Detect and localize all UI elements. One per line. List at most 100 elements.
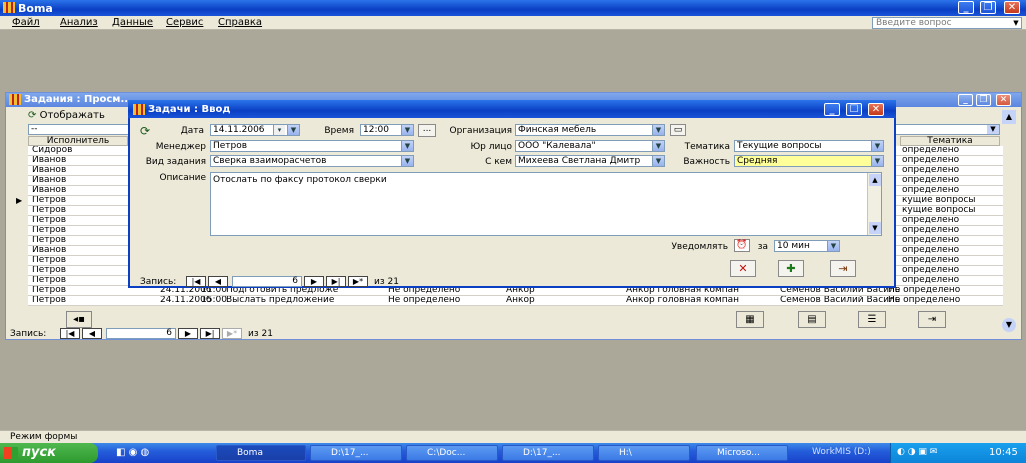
cell-executor: Иванов (32, 176, 67, 185)
chevron-down-icon[interactable]: ▼ (401, 156, 413, 166)
first-record-icon[interactable]: |◀ (60, 328, 80, 339)
status-text: Режим формы (10, 432, 78, 442)
refresh-icon[interactable]: ⟳ (140, 124, 150, 138)
bg-record-count: из 21 (248, 329, 273, 339)
menu-service[interactable]: Сервис (166, 17, 203, 28)
dialog-record-number[interactable]: 6 (232, 276, 302, 287)
task-type-field[interactable]: Сверка взаиморасчетов ▼ (210, 155, 414, 167)
chevron-down-icon[interactable]: ▼ (827, 241, 839, 251)
scroll-up-icon[interactable]: ▲ (1002, 110, 1016, 124)
column-header-topic[interactable]: Тематика (900, 136, 1000, 146)
cell-executor: Иванов (32, 166, 67, 175)
close-icon[interactable]: ✕ (868, 103, 884, 116)
show-button[interactable]: ⟳ Отображать (28, 110, 133, 123)
restore-icon[interactable]: ❐ (976, 94, 991, 106)
chevron-down-icon[interactable]: ▼ (871, 141, 883, 151)
time-picker-button[interactable]: ... (418, 124, 436, 137)
description-scrollbar[interactable]: ▲ ▼ (867, 173, 881, 235)
column-header-executor[interactable]: Исполнитель (28, 136, 128, 146)
next-record-icon[interactable]: ▶ (178, 328, 198, 339)
exit-icon[interactable]: ⇥ (918, 311, 946, 328)
prev-record-icon[interactable]: ◀ (82, 328, 102, 339)
last-record-icon[interactable]: ▶| (200, 328, 220, 339)
minimize-icon[interactable]: _ (958, 1, 974, 14)
maximize-icon[interactable]: ☐ (846, 103, 862, 116)
scroll-down-icon[interactable]: ▼ (1002, 318, 1016, 332)
cell-executor: Петров (32, 286, 67, 295)
ask-question-input[interactable]: Введите вопрос ▼ (872, 17, 1022, 29)
task-entry-title-bar[interactable]: Задачи : Ввод _ ☐ ✕ (128, 100, 896, 118)
minimize-icon[interactable]: _ (958, 94, 973, 106)
organization-value: Финская мебель (518, 125, 597, 135)
prev-record-icon[interactable]: ◀ (208, 276, 228, 287)
cell-legal: Анкор головная компан (626, 296, 740, 305)
form-nav-icon[interactable]: ◂▪ (66, 311, 92, 328)
chevron-down-icon[interactable]: ▼ (652, 141, 664, 151)
date-field[interactable]: 14.11.2006 ▾ ▼ (210, 124, 300, 136)
legal-entity-field[interactable]: ООО "Калевала" ▼ (515, 140, 665, 152)
menu-file[interactable]: Файл (12, 17, 40, 28)
chevron-down-icon[interactable]: ▼ (652, 125, 664, 135)
calendar-icon[interactable]: ▤ (798, 311, 826, 328)
chevron-down-icon[interactable]: ▼ (1011, 18, 1021, 28)
menu-data[interactable]: Данные (112, 17, 153, 28)
menu-analysis[interactable]: Анализ (60, 17, 98, 28)
cell-executor: Сидоров (32, 146, 73, 155)
exit-icon[interactable]: ⇥ (830, 260, 856, 277)
delete-icon[interactable]: ✕ (730, 260, 756, 277)
time-label: Время (324, 126, 354, 136)
spin-icon[interactable]: ▾ (273, 125, 285, 135)
scroll-up-icon[interactable]: ▲ (869, 174, 881, 186)
task-boma[interactable]: Boma (216, 445, 306, 461)
chevron-down-icon[interactable]: ▼ (652, 156, 664, 166)
task-docs[interactable]: C:\Doc... (406, 445, 498, 461)
importance-field[interactable]: Средняя ▼ (734, 155, 884, 167)
filter-value: -- (31, 124, 38, 134)
close-icon[interactable]: ✕ (996, 94, 1011, 106)
alarm-clock-icon[interactable]: ⏰ (734, 239, 750, 252)
cell-topic: определено (902, 246, 960, 255)
description-textarea[interactable]: Отослать по факсу протокол сверки ▲ ▼ (210, 172, 882, 236)
task-folder-1[interactable]: D:\17_... (310, 445, 402, 461)
topic-field[interactable]: Текущие вопросы ▼ (734, 140, 884, 152)
app-title-bar[interactable]: Boma _ ❐ ✕ (0, 0, 1026, 16)
manager-field[interactable]: Петров ▼ (210, 140, 414, 152)
task-entry-title: Задачи : Ввод (148, 104, 231, 115)
start-button[interactable]: пуск (0, 443, 98, 463)
chevron-down-icon[interactable]: ▼ (401, 125, 413, 135)
restore-icon[interactable]: ❐ (980, 1, 996, 14)
bg-record-label: Запись: (10, 329, 47, 339)
organization-field[interactable]: Финская мебель ▼ (515, 124, 665, 136)
save-icon[interactable]: ✚ (778, 260, 804, 277)
form-icon (9, 94, 21, 105)
organization-card-icon[interactable]: ▭ (670, 124, 686, 136)
task-workmis[interactable]: WorkMIS (D:) (792, 445, 886, 461)
tray-icons[interactable]: ◐ ◑ ▣ ✉ (897, 447, 937, 457)
with-whom-value: Михеева Светлана Дмитр (518, 156, 641, 166)
task-microsoft[interactable]: Microso... (696, 445, 788, 461)
task-folder-2[interactable]: D:\17_... (502, 445, 594, 461)
first-record-icon[interactable]: |◀ (186, 276, 206, 287)
new-record-icon[interactable]: ▶* (348, 276, 368, 287)
quick-launch-icon[interactable]: ◧ ◉ ◍ (116, 447, 149, 458)
chevron-down-icon[interactable]: ▼ (871, 156, 883, 166)
chevron-down-icon[interactable]: ▼ (401, 141, 413, 151)
chevron-down-icon[interactable]: ▼ (987, 125, 999, 134)
task-drive-h[interactable]: H:\ (598, 445, 690, 461)
close-icon[interactable]: ✕ (1004, 1, 1020, 14)
minimize-icon[interactable]: _ (824, 103, 840, 116)
chevron-down-icon[interactable]: ▼ (287, 125, 299, 135)
with-whom-field[interactable]: Михеева Светлана Дмитр ▼ (515, 155, 665, 167)
new-record-icon[interactable]: ▶* (222, 328, 242, 339)
current-record-icon: ▶ (16, 196, 23, 205)
menu-help[interactable]: Справка (218, 17, 262, 28)
notify-interval-field[interactable]: 10 мин ▼ (774, 240, 840, 252)
table-row[interactable]: Петров 24.11.2006 15:00 Выслать предложение… (28, 296, 1003, 306)
time-field[interactable]: 12:00 ▼ (360, 124, 414, 136)
next-record-icon[interactable]: ▶ (304, 276, 324, 287)
scroll-down-icon[interactable]: ▼ (869, 222, 881, 234)
bg-record-number[interactable]: 6 (106, 328, 176, 339)
excel-icon[interactable]: ▦ (736, 311, 764, 328)
list-icon[interactable]: ☰ (858, 311, 886, 328)
last-record-icon[interactable]: ▶| (326, 276, 346, 287)
